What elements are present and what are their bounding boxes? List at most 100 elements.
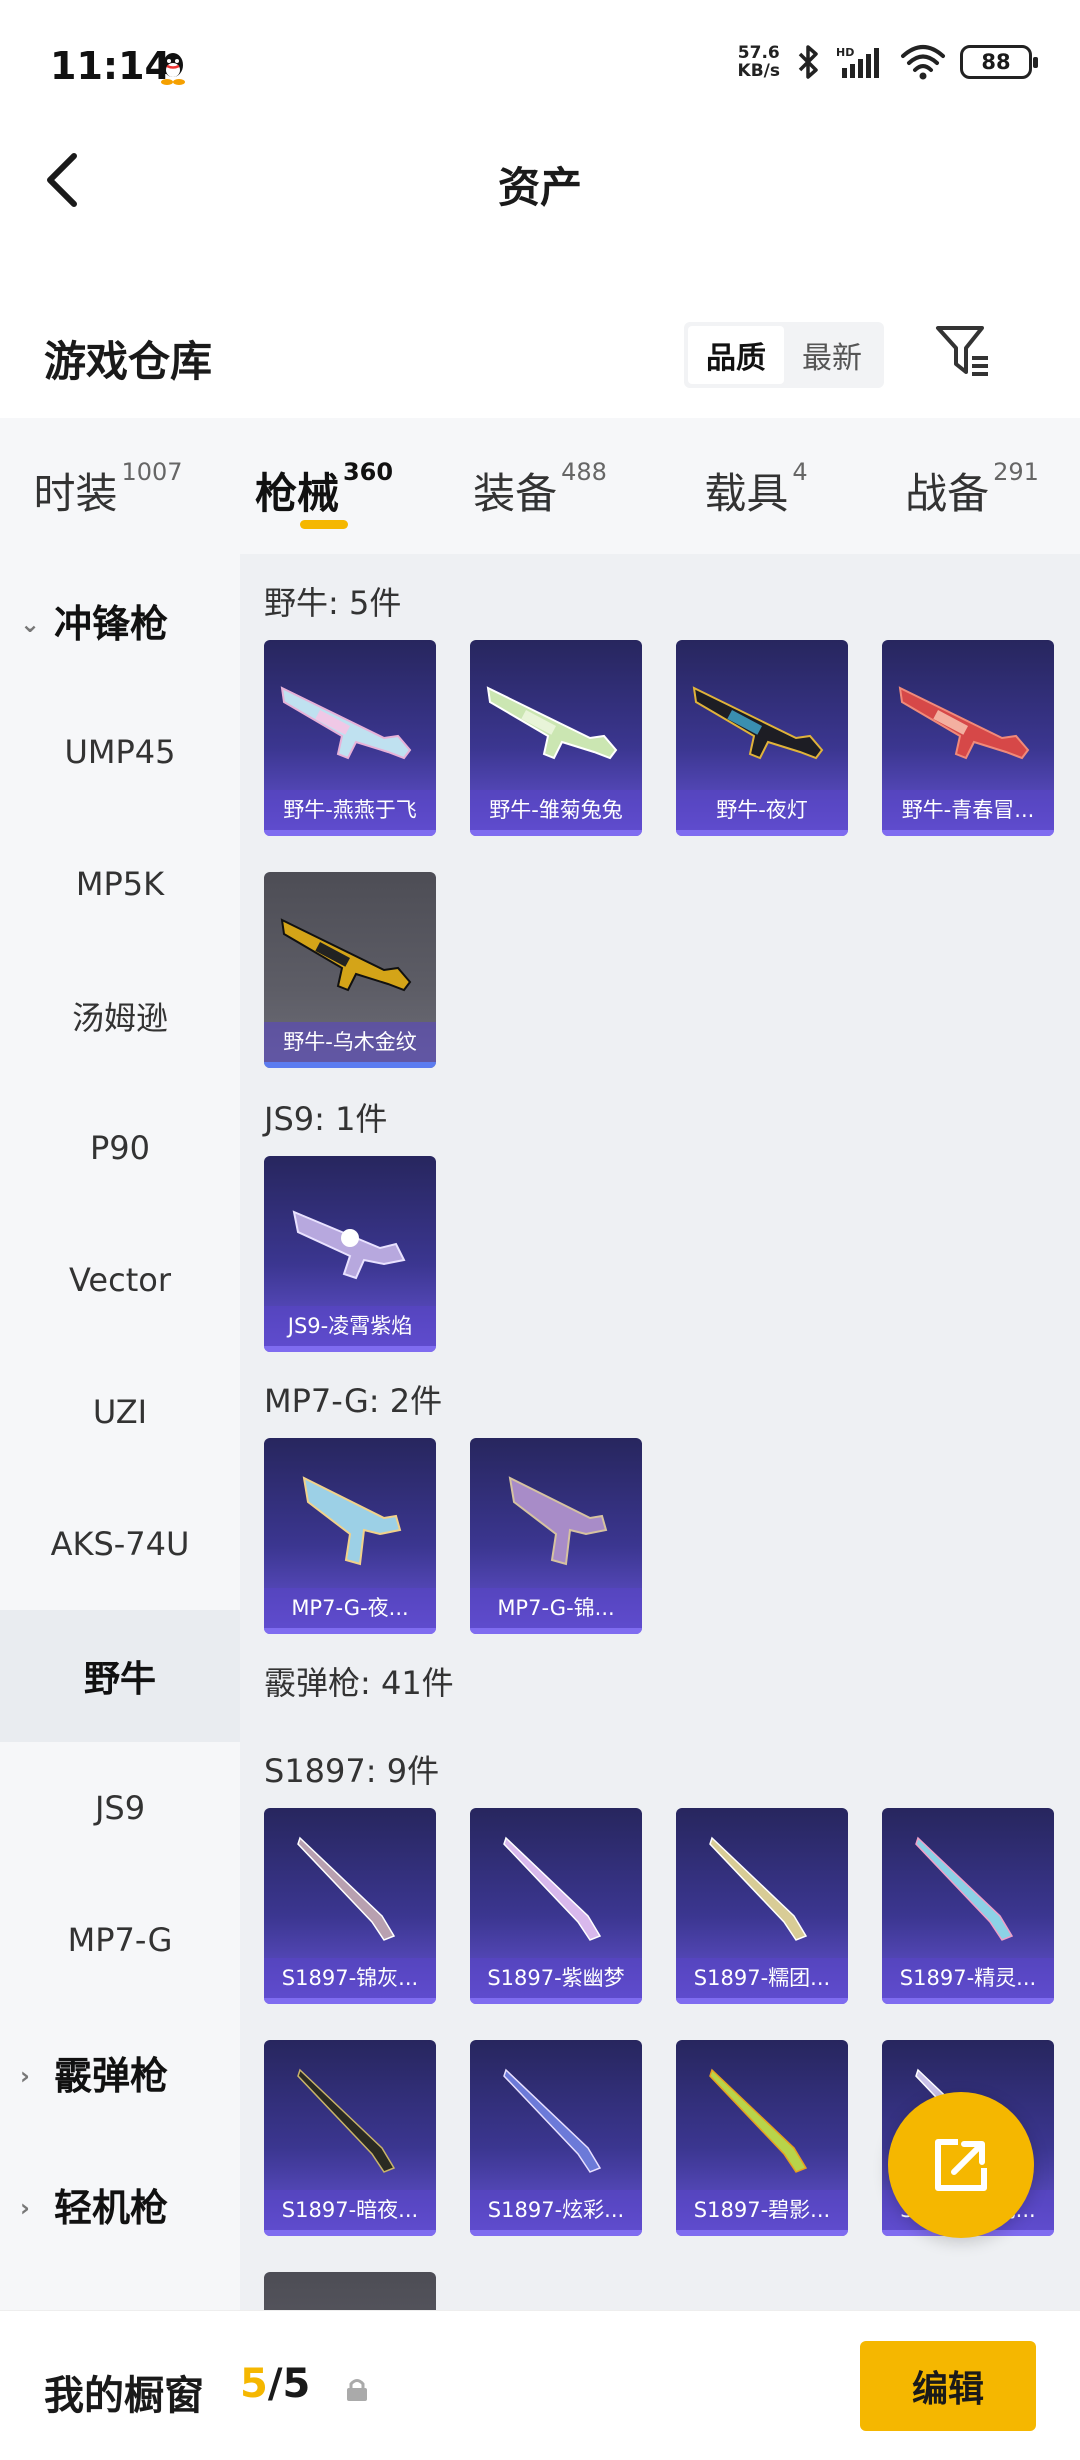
showcase-label: 我的橱窗 <box>44 2373 204 2419</box>
item-card[interactable]: MP7-G-夜... <box>264 1438 436 1634</box>
item-name: S1897-锦灰... <box>264 1958 436 1998</box>
smg-skin-icon <box>898 686 1030 760</box>
rarity-strip <box>264 830 436 836</box>
edit-showcase-button[interactable]: 编辑 <box>860 2341 1036 2431</box>
item-card[interactable]: S1897-糯团... <box>676 1808 848 2004</box>
item-name: 野牛-青春冒... <box>882 790 1054 830</box>
item-name: S1897-糯团... <box>676 1958 848 1998</box>
rarity-strip <box>882 830 1054 836</box>
sidebar-item-uzi[interactable]: UZI <box>0 1346 240 1478</box>
sidebar-item-mp7g[interactable]: MP7-G <box>0 1874 240 2006</box>
sidebar-item-vector[interactable]: Vector <box>0 1214 240 1346</box>
smg-skin-icon <box>292 1210 406 1280</box>
sidebar-item-label: 轻机枪 <box>54 2185 169 2230</box>
tab-equipment[interactable]: 装备 488 <box>432 418 648 554</box>
chevron-right-icon: › <box>20 2062 30 2090</box>
item-card[interactable]: S1897-锦灰... <box>264 1808 436 2004</box>
item-card[interactable]: 野牛-乌木金纹 <box>264 872 436 1068</box>
tab-count: 488 <box>561 458 607 486</box>
tab-label: 枪械 <box>254 469 339 518</box>
rarity-strip <box>264 1628 436 1634</box>
shotgun-skin-icon <box>709 2068 808 2173</box>
chevron-down-icon: ⌄ <box>20 610 41 638</box>
section-title: 野牛: 5件 <box>264 584 402 622</box>
tab-label: 载具 <box>704 469 789 518</box>
svg-text:HD: HD <box>836 46 854 59</box>
tab-fashion[interactable]: 时装 1007 <box>0 418 216 554</box>
item-card[interactable]: 野牛-夜灯 <box>676 640 848 836</box>
item-card[interactable]: 野牛-雏菊兔兔 <box>470 640 642 836</box>
item-card[interactable]: S1897-暗夜... <box>264 2040 436 2236</box>
section-title: MP7-G: 2件 <box>264 1382 443 1420</box>
sort-option-quality[interactable]: 品质 <box>688 326 784 384</box>
item-card[interactable]: JS9-凌霄紫焰 <box>264 1156 436 1352</box>
item-card[interactable]: S1897-紫幽梦 <box>470 1808 642 2004</box>
sidebar-group-shotgun[interactable]: › 霰弹枪 <box>0 2006 240 2138</box>
smg-skin-icon <box>508 1476 608 1566</box>
section-title: JS9: 1件 <box>264 1100 388 1138</box>
sidebar-group-lmg[interactable]: › 轻机枪 <box>0 2138 240 2270</box>
tab-count: 360 <box>342 458 394 486</box>
tab-count: 1007 <box>121 458 183 486</box>
sort-option-newest[interactable]: 最新 <box>784 326 880 384</box>
item-name: S1897-暗夜... <box>264 2190 436 2230</box>
active-tab-indicator <box>300 520 348 529</box>
sidebar-item-ump45[interactable]: UMP45 <box>0 686 240 818</box>
shotgun-skin-icon <box>915 1836 1014 1941</box>
top-header: 资产 <box>0 130 1080 230</box>
item-name: 野牛-夜灯 <box>676 790 848 830</box>
warehouse-title: 游戏仓库 <box>44 337 213 386</box>
item-card[interactable] <box>264 2272 436 2310</box>
share-external-icon <box>935 2139 987 2191</box>
rarity-strip <box>470 830 642 836</box>
sidebar-item-thompson[interactable]: 汤姆逊 <box>0 950 240 1082</box>
tab-vehicles[interactable]: 载具 4 <box>648 418 864 554</box>
sort-toggle: 品质 最新 <box>684 322 884 388</box>
sidebar-item-js9[interactable]: JS9 <box>0 1742 240 1874</box>
item-card[interactable]: 野牛-燕燕于飞 <box>264 640 436 836</box>
smg-skin-icon <box>486 686 618 760</box>
rarity-strip <box>264 1346 436 1352</box>
item-name: S1897-精灵... <box>882 1958 1054 1998</box>
tab-label: 时装 <box>33 469 118 518</box>
rarity-strip <box>676 830 848 836</box>
item-name: 野牛-燕燕于飞 <box>264 790 436 830</box>
category-tabs: 时装 1007 枪械 360 装备 488 载具 4 战备 291 <box>0 418 1080 554</box>
rarity-strip <box>470 1998 642 2004</box>
sidebar-item-aks74u[interactable]: AKS-74U <box>0 1478 240 1610</box>
lock-icon <box>347 2379 367 2401</box>
bluetooth-icon <box>798 45 818 79</box>
item-card[interactable]: 野牛-青春冒... <box>882 640 1054 836</box>
filter-icon[interactable] <box>934 322 994 382</box>
tab-label: 装备 <box>473 469 558 518</box>
item-name: MP7-G-夜... <box>264 1588 436 1628</box>
item-name: MP7-G-锦... <box>470 1588 642 1628</box>
sidebar-item-mp5k[interactable]: MP5K <box>0 818 240 950</box>
showcase-count-separator: / <box>267 2361 283 2407</box>
smg-skin-icon <box>692 686 824 760</box>
tab-count: 4 <box>792 458 808 486</box>
network-speed: 57.6 KB/s <box>737 43 780 81</box>
sidebar-group-smg[interactable]: ⌄ 冲锋枪 <box>0 554 240 686</box>
item-card[interactable]: S1897-精灵... <box>882 1808 1054 2004</box>
share-fab-button[interactable] <box>888 2092 1034 2238</box>
shotgun-skin-icon <box>503 1836 602 1941</box>
item-card[interactable]: MP7-G-锦... <box>470 1438 642 1634</box>
smg-skin-icon <box>280 686 412 760</box>
item-name: 野牛-乌木金纹 <box>264 1022 436 1062</box>
sidebar-item-p90[interactable]: P90 <box>0 1082 240 1214</box>
tab-firearms[interactable]: 枪械 360 <box>216 418 432 554</box>
shotgun-skin-icon <box>503 2068 602 2173</box>
item-grid-area: 野牛: 5件 野牛-燕燕于飞 野牛-雏菊兔兔 野牛-夜灯 野牛-青春冒... 野… <box>240 554 1080 2310</box>
rarity-strip <box>882 1998 1054 2004</box>
status-bar: 11:14 57.6 KB/s HD 88 <box>0 0 1080 130</box>
rarity-strip <box>676 1998 848 2004</box>
item-card[interactable]: S1897-碧影... <box>676 2040 848 2236</box>
item-name: 野牛-雏菊兔兔 <box>470 790 642 830</box>
sidebar-item-label: 霰弹枪 <box>54 2053 169 2098</box>
sidebar-item-bizon[interactable]: 野牛 <box>0 1610 240 1742</box>
item-card[interactable]: S1897-炫彩... <box>470 2040 642 2236</box>
cellular-signal-icon: HD <box>836 46 879 78</box>
rarity-strip <box>264 2230 436 2236</box>
tab-supplies[interactable]: 战备 291 <box>864 418 1080 554</box>
